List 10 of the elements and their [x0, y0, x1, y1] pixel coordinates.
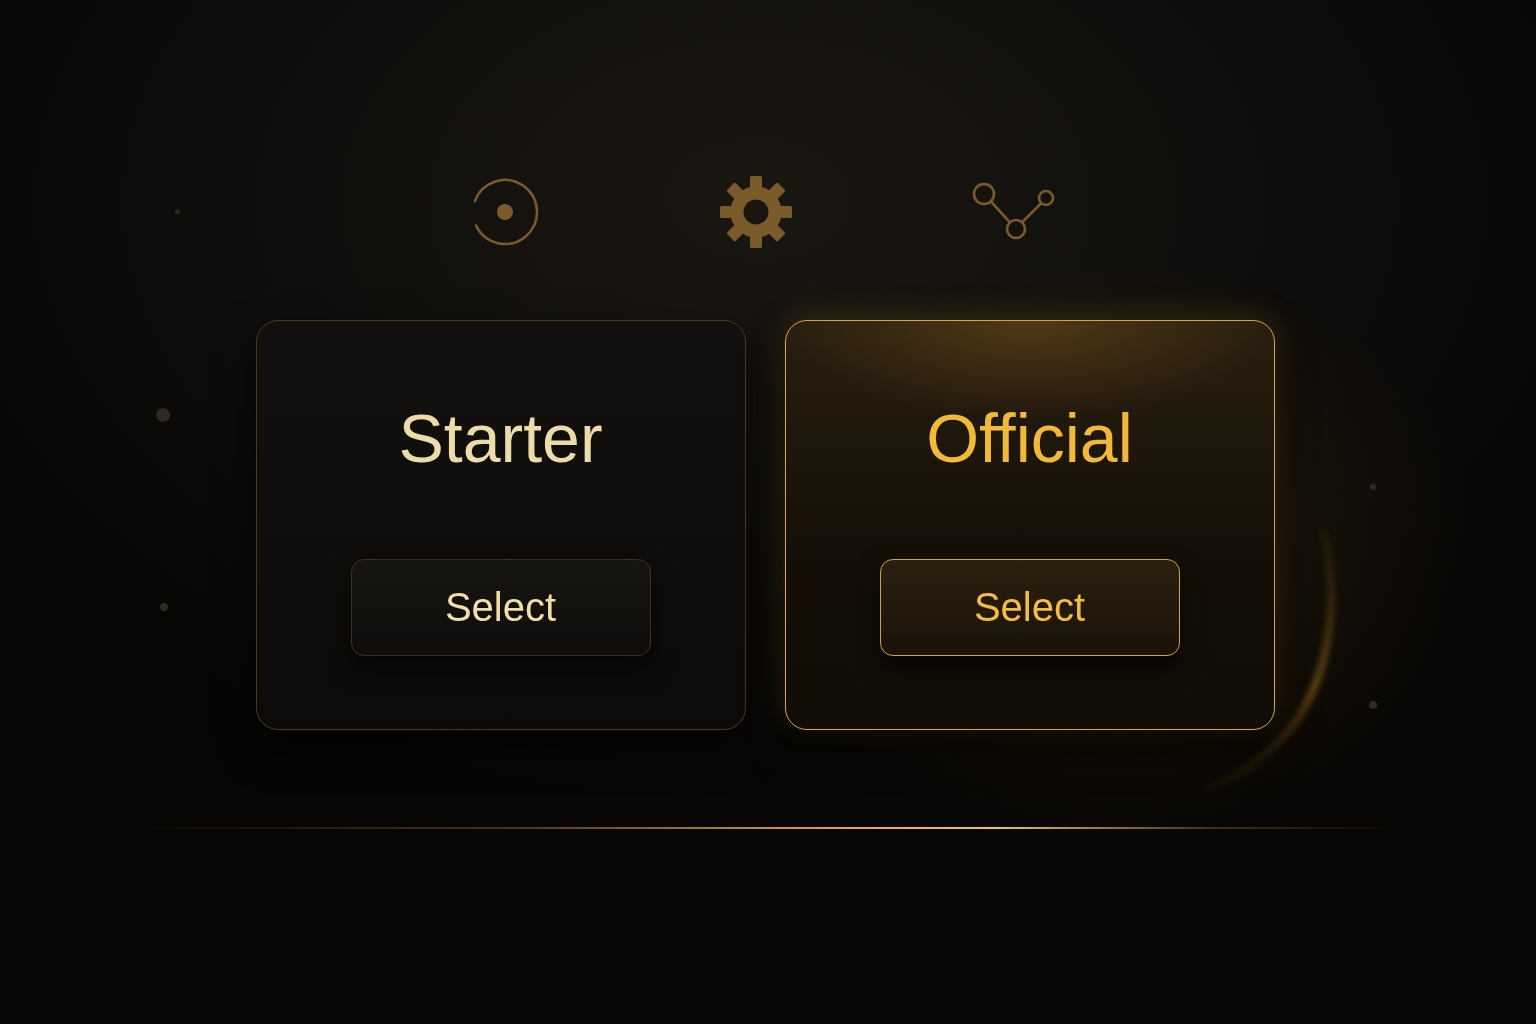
bokeh-dot-icon [1370, 484, 1376, 490]
bokeh-dot-icon [156, 408, 170, 422]
plan-title: Official [926, 399, 1133, 477]
bokeh-dot-icon [1369, 701, 1377, 709]
gear-icon [720, 176, 792, 248]
select-button[interactable]: Select [350, 559, 651, 656]
bokeh-dot-icon [160, 603, 168, 611]
select-button[interactable]: Select [879, 559, 1180, 656]
plan-title: Starter [398, 399, 603, 477]
bokeh-dot-icon [175, 209, 180, 214]
